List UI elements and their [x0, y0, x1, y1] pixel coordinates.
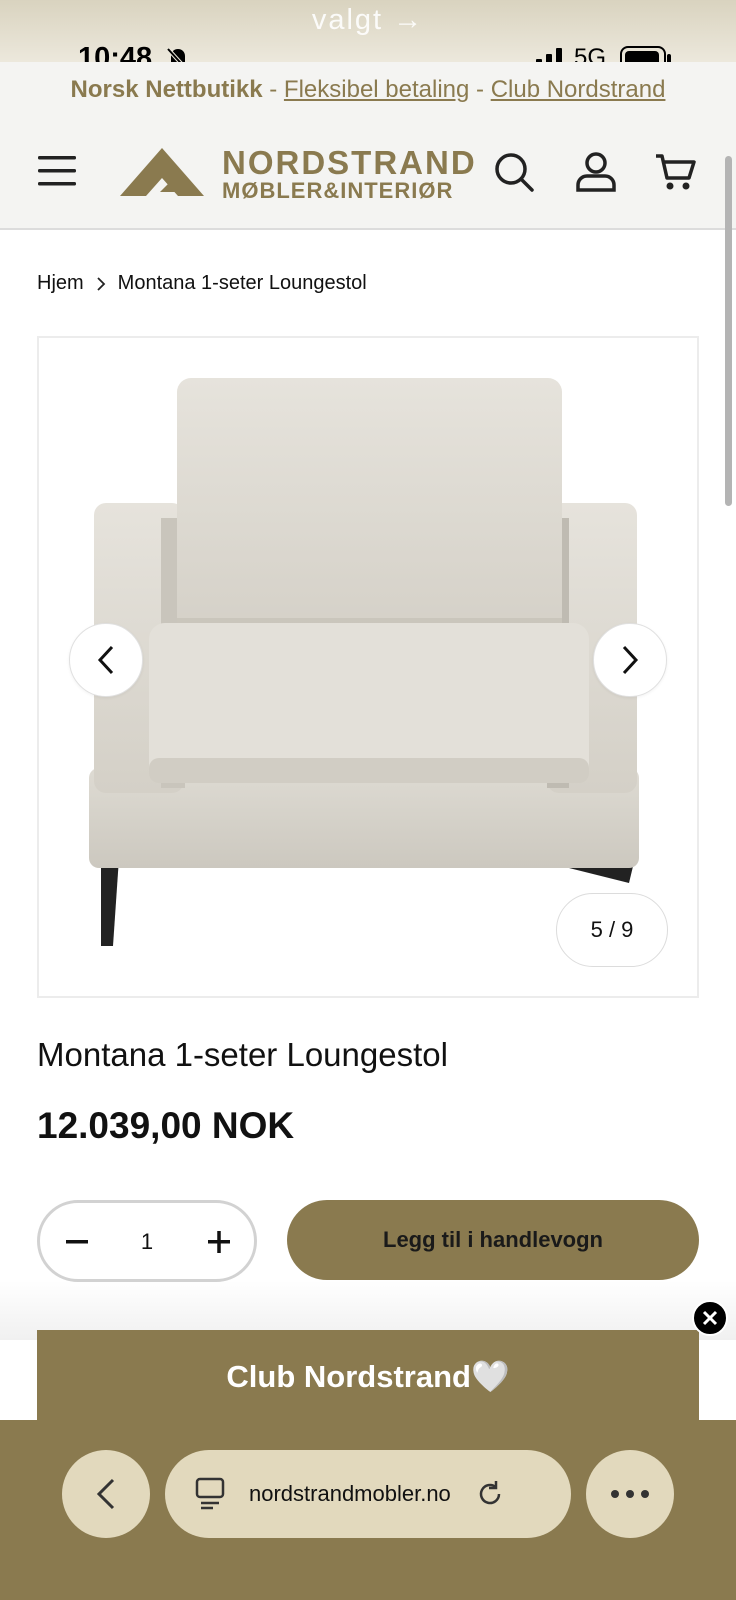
promo-sep: -	[469, 76, 491, 103]
logo-mark-icon[interactable]	[120, 148, 204, 196]
page-menu-icon[interactable]	[195, 1477, 225, 1511]
address-bar[interactable]: nordstrandmobler.no	[165, 1450, 571, 1538]
product-title: Montana 1-seter Loungestol	[37, 1036, 448, 1073]
product-gallery[interactable]: 5 / 9	[37, 336, 699, 998]
promo-norsk: Norsk Nettbutikk	[70, 76, 263, 103]
chevron-right-icon	[622, 645, 639, 675]
chevron-right-icon	[97, 276, 105, 291]
promo-bar: Norsk Nettbutikk - Fleksibel betaling - …	[0, 62, 736, 118]
account-icon[interactable]	[574, 150, 618, 194]
gallery-counter: 5 / 9	[556, 893, 668, 967]
chevron-left-icon	[97, 645, 114, 675]
cart-icon[interactable]	[654, 150, 698, 194]
address-url[interactable]: nordstrandmobler.no	[249, 1481, 451, 1507]
add-to-cart-button[interactable]: Legg til i handlevogn	[287, 1200, 699, 1280]
promo-sep: -	[262, 76, 284, 103]
logo-subtitle[interactable]: MØBLER&INTERIØR	[222, 178, 453, 204]
breadcrumb-current: Montana 1-seter Loungestol	[117, 272, 367, 294]
breadcrumb-home[interactable]: Hjem	[37, 272, 84, 295]
chevron-left-icon	[96, 1478, 115, 1510]
logo-wordmark[interactable]: NORDSTRAND	[222, 144, 477, 182]
search-icon[interactable]	[492, 150, 536, 194]
promo-link-club[interactable]: Club Nordstrand	[491, 76, 666, 103]
club-label: Club Nordstrand🤍	[226, 1359, 510, 1394]
close-icon	[702, 1310, 718, 1326]
promo-link-payment[interactable]: Fleksibel betaling	[284, 76, 469, 103]
browser-bottom-bar: nordstrandmobler.no	[0, 1420, 736, 1600]
plus-icon[interactable]	[206, 1229, 232, 1255]
product-price: 12.039,00 NOK	[37, 1105, 295, 1146]
reload-icon[interactable]	[475, 1479, 505, 1509]
gallery-next-button[interactable]	[593, 623, 667, 697]
page-scrollbar[interactable]	[725, 156, 732, 506]
more-dots-icon	[611, 1490, 649, 1498]
site-header: NORDSTRAND MØBLER&INTERIØR	[0, 118, 736, 230]
browser-more-button[interactable]	[586, 1450, 674, 1538]
quantity-stepper: 1	[37, 1200, 257, 1282]
club-close-button[interactable]	[692, 1300, 728, 1336]
peek-text: valgt →	[311, 4, 425, 36]
breadcrumb: Hjem Montana 1-seter Loungestol	[37, 272, 367, 295]
browser-back-button[interactable]	[62, 1450, 150, 1538]
gallery-prev-button[interactable]	[69, 623, 143, 697]
hamburger-menu-icon[interactable]	[38, 154, 78, 188]
